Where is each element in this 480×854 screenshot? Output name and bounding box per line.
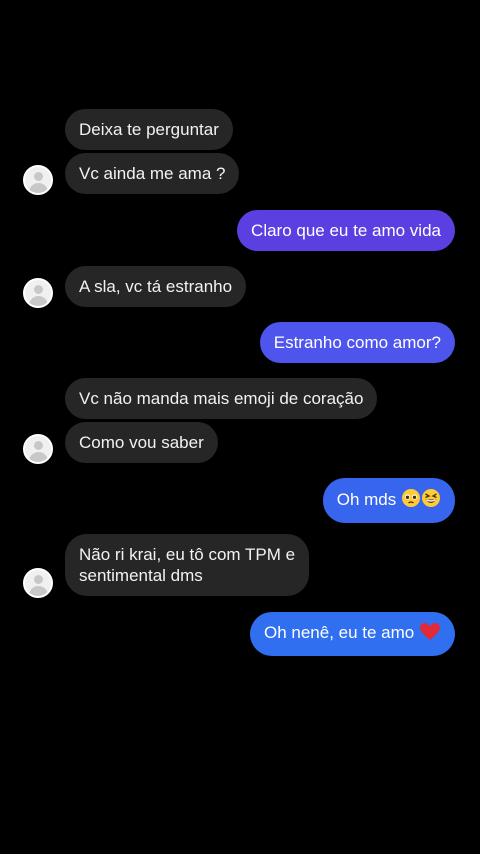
avatar-head: [34, 441, 43, 450]
avatar-body: [29, 452, 48, 462]
message-text-line: sentimental dms: [79, 566, 203, 585]
message-text: Oh mds: [336, 490, 397, 509]
message-text: Deixa te perguntar: [79, 120, 219, 139]
message-text: Vc ainda me ama ?: [79, 164, 226, 183]
message-incoming[interactable]: Vc ainda me ama ?: [65, 153, 240, 194]
message-text: Claro que eu te amo vida: [251, 221, 441, 240]
avatar-head: [34, 172, 43, 181]
message-outgoing[interactable]: Estranho como amor?: [259, 322, 455, 363]
message-outgoing[interactable]: Claro que eu te amo vida: [237, 210, 455, 251]
pleading-face-emoji: [401, 488, 421, 513]
message-text: Vc não manda mais emoji de coração: [79, 389, 364, 408]
red-heart-emoji: [419, 622, 441, 646]
message-incoming[interactable]: A sla, vc tá estranho: [65, 266, 247, 307]
message-incoming[interactable]: Como vou saber: [65, 422, 218, 463]
message-incoming[interactable]: Vc não manda mais emoji de coração: [65, 378, 378, 419]
avatar-body: [29, 183, 48, 193]
message-text: Como vou saber: [79, 433, 204, 452]
message-text: Estranho como amor?: [273, 333, 441, 352]
avatar[interactable]: [23, 434, 53, 464]
chat-thread[interactable]: Deixa te perguntar Vc ainda me ama ? Cla…: [0, 0, 480, 854]
message-text: A sla, vc tá estranho: [79, 277, 233, 296]
avatar[interactable]: [23, 278, 53, 308]
avatar-body: [29, 586, 48, 596]
message-outgoing[interactable]: Oh mds: [322, 478, 455, 523]
message-text-line: Não ri krai, eu tô com TPM e: [79, 545, 296, 564]
avatar[interactable]: [23, 568, 53, 598]
avatar-body: [29, 296, 48, 306]
message-incoming[interactable]: Deixa te perguntar: [65, 109, 233, 150]
grinning-squinting-face-emoji: [421, 488, 441, 513]
avatar[interactable]: [23, 165, 53, 195]
message-incoming[interactable]: Não ri krai, eu tô com TPM e sentimental…: [65, 534, 310, 596]
message-text: Oh nenê, eu te amo: [263, 623, 415, 642]
message-outgoing[interactable]: Oh nenê, eu te amo: [249, 612, 455, 656]
avatar-head: [34, 285, 43, 294]
avatar-head: [34, 575, 43, 584]
